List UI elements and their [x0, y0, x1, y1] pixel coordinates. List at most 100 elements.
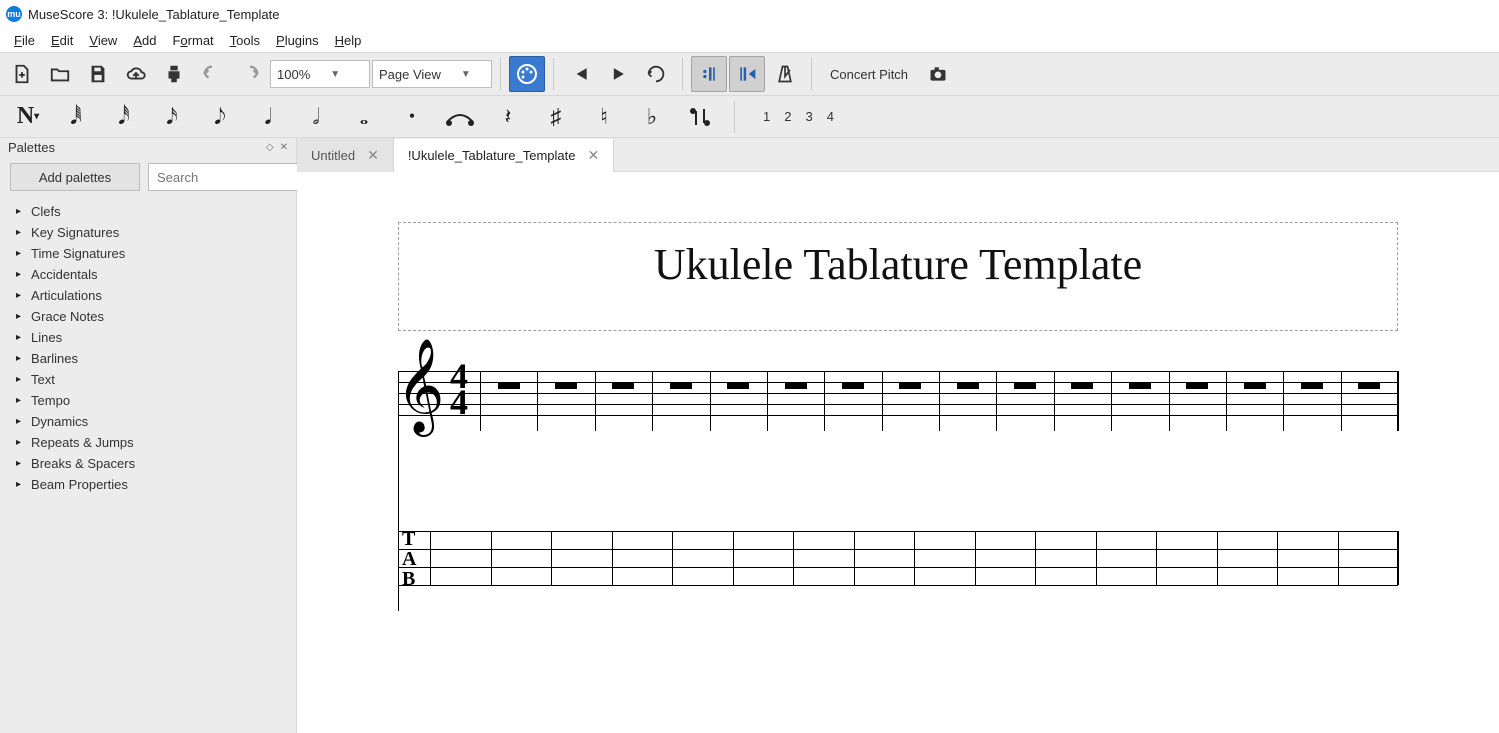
staff-system: 𝄞 4 4 T A B	[398, 371, 1398, 585]
note-32nd-button[interactable]: 𝅘𝅥𝅰	[104, 99, 144, 135]
menu-file[interactable]: File	[6, 31, 43, 50]
palette-item-label: Beam Properties	[31, 477, 128, 492]
repeat-in-icon	[698, 64, 720, 84]
chevron-right-icon: ▸	[16, 416, 21, 427]
cloud-save-button[interactable]	[118, 56, 154, 92]
undock-icon[interactable]: ◇	[266, 142, 274, 153]
loop-button[interactable]	[638, 56, 674, 92]
whole-rest	[1014, 382, 1036, 389]
window-title: MuseScore 3: !Ukulele_Tablature_Template	[28, 7, 279, 22]
title-frame[interactable]: Ukulele Tablature Template	[398, 222, 1398, 331]
note-quarter-button[interactable]: 𝅘𝅥	[248, 99, 288, 135]
rewind-button[interactable]	[562, 56, 598, 92]
menu-tools[interactable]: Tools	[222, 31, 268, 50]
loop-icon	[645, 63, 667, 85]
caret-down-icon: ▼	[461, 69, 471, 80]
palette-item-lines[interactable]: ▸Lines	[0, 327, 296, 348]
voice-4[interactable]: 4	[827, 109, 834, 124]
chevron-right-icon: ▸	[16, 374, 21, 385]
palette-item-key-signatures[interactable]: ▸Key Signatures	[0, 222, 296, 243]
palette-item-barlines[interactable]: ▸Barlines	[0, 348, 296, 369]
palette-item-label: Text	[31, 372, 55, 387]
whole-rest	[1129, 382, 1151, 389]
close-tab-icon[interactable]: ✕	[587, 147, 599, 164]
layout-dropdown[interactable]: Page View▼	[372, 60, 492, 88]
menu-edit[interactable]: Edit	[43, 31, 81, 50]
chevron-right-icon: ▸	[16, 479, 21, 490]
close-panel-icon[interactable]: ✕	[280, 142, 288, 153]
flat-button[interactable]: ♭	[632, 99, 672, 135]
note-input-mode-button[interactable]: N ▾	[8, 99, 48, 135]
metronome-icon	[775, 63, 795, 85]
palette-item-clefs[interactable]: ▸Clefs	[0, 201, 296, 222]
open-file-button[interactable]	[42, 56, 78, 92]
document-tab[interactable]: !Ukulele_Tablature_Template✕	[394, 139, 614, 173]
chevron-right-icon: ▸	[16, 311, 21, 322]
cloud-up-icon	[124, 63, 148, 85]
save-button[interactable]	[80, 56, 116, 92]
new-file-button[interactable]	[4, 56, 40, 92]
close-tab-icon[interactable]: ✕	[367, 147, 379, 164]
add-palettes-button[interactable]: Add palettes	[10, 163, 140, 191]
rewind-icon	[570, 64, 590, 84]
note-16th-button[interactable]: 𝅘𝅥𝅯	[152, 99, 192, 135]
palette-item-repeats-jumps[interactable]: ▸Repeats & Jumps	[0, 432, 296, 453]
voice-3[interactable]: 3	[805, 109, 812, 124]
loop-out-button[interactable]	[729, 56, 765, 92]
metronome-button[interactable]	[767, 56, 803, 92]
menu-add[interactable]: Add	[125, 31, 164, 50]
dot-button[interactable]: •	[392, 99, 432, 135]
redo-button[interactable]	[232, 56, 268, 92]
flip-button[interactable]	[680, 99, 720, 135]
voice-2[interactable]: 2	[784, 109, 791, 124]
loop-in-button[interactable]	[691, 56, 727, 92]
document-tab[interactable]: Untitled ✕	[297, 138, 394, 172]
palettes-panel: Palettes ◇ ✕ Add palettes ▸Clefs▸Key Sig…	[0, 138, 297, 733]
palette-item-dynamics[interactable]: ▸ Dynamics	[0, 411, 296, 432]
tie-button[interactable]	[440, 99, 480, 135]
print-button[interactable]	[156, 56, 192, 92]
note-whole-button[interactable]: 𝅝	[344, 99, 384, 135]
score-page: Ukulele Tablature Template 𝄞 4 4	[297, 172, 1499, 733]
palette-item-grace-notes[interactable]: ▸Grace Notes	[0, 306, 296, 327]
play-button[interactable]	[600, 56, 636, 92]
sharp-button[interactable]: ♯	[536, 99, 576, 135]
note-64th-button[interactable]: 𝅘𝅥𝅱	[56, 99, 96, 135]
tab-label: Untitled	[311, 148, 355, 163]
voice-1[interactable]: 1	[763, 109, 770, 124]
menu-bar: File Edit View Add Format Tools Plugins …	[0, 28, 1499, 52]
chevron-right-icon: ▸	[16, 227, 21, 238]
note-8th-button[interactable]: 𝅘𝅥𝅮	[200, 99, 240, 135]
mixer-button[interactable]	[509, 56, 545, 92]
palette-item-label: Tempo	[31, 393, 70, 408]
zoom-value: 100%	[277, 67, 310, 82]
palette-item-label: Clefs	[31, 204, 61, 219]
main-area: Untitled✕!Ukulele_Tablature_Template✕ Uk…	[297, 138, 1499, 733]
note-half-button[interactable]: 𝅗𝅥	[296, 99, 336, 135]
palette-item-breaks-spacers[interactable]: ▸Breaks & Spacers	[0, 453, 296, 474]
chevron-right-icon: ▸	[16, 269, 21, 280]
screenshot-button[interactable]	[920, 56, 956, 92]
treble-staff[interactable]: 𝄞 4 4	[398, 371, 1398, 431]
whole-rest	[1301, 382, 1323, 389]
palette-item-beam-properties[interactable]: ▸ Beam Properties	[0, 474, 296, 495]
undo-button[interactable]	[194, 56, 230, 92]
natural-button[interactable]: ♮	[584, 99, 624, 135]
tab-staff[interactable]: T A B	[398, 531, 1398, 585]
palette-item-accidentals[interactable]: ▸Accidentals	[0, 264, 296, 285]
menu-format[interactable]: Format	[164, 31, 221, 50]
palette-item-label: Dynamics	[31, 414, 88, 429]
palette-item-tempo[interactable]: ▸Tempo	[0, 390, 296, 411]
palette-item-articulations[interactable]: ▸Articulations	[0, 285, 296, 306]
concert-pitch-button[interactable]: Concert Pitch	[820, 63, 918, 86]
menu-view[interactable]: View	[81, 31, 125, 50]
menu-help[interactable]: Help	[327, 31, 370, 50]
rest-button[interactable]: 𝄽	[488, 99, 528, 135]
zoom-dropdown[interactable]: 100%▼	[270, 60, 370, 88]
menu-plugins[interactable]: Plugins	[268, 31, 327, 50]
play-icon	[608, 64, 628, 84]
score-canvas[interactable]: Ukulele Tablature Template 𝄞 4 4	[297, 172, 1499, 733]
palette-item-label: Time Signatures	[31, 246, 125, 261]
palette-item-time-signatures[interactable]: ▸Time Signatures	[0, 243, 296, 264]
palette-item-text[interactable]: ▸ Text	[0, 369, 296, 390]
